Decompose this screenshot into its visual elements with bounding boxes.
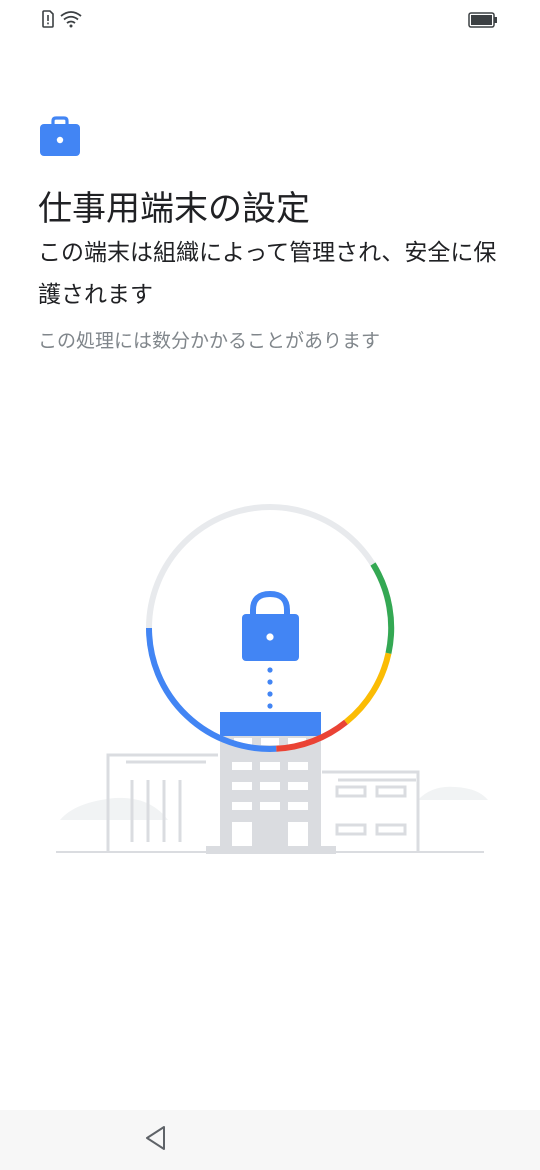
navigation-bar	[0, 1110, 540, 1170]
duration-note: この処理には数分かかることがあります	[38, 330, 381, 352]
office-building-icon	[206, 712, 336, 854]
status-bar	[0, 0, 540, 40]
padlock-icon	[242, 590, 299, 661]
status-right-icons	[468, 12, 498, 32]
setup-screen: 仕事用端末の設定 この端末は組織によって管理され、安全に保護されます この処理に…	[0, 0, 540, 1170]
right-building-outline	[322, 770, 420, 852]
page-title: 仕事用端末の設定	[38, 189, 310, 229]
security-illustration	[0, 480, 540, 880]
wifi-icon	[60, 10, 82, 32]
status-left-icons	[42, 10, 82, 32]
back-triangle-icon	[144, 1125, 168, 1155]
connector-dots	[267, 667, 273, 709]
back-button[interactable]	[136, 1120, 176, 1160]
page-subtitle: この端末は組織によって管理され、安全に保護されます	[38, 240, 497, 308]
sim-alert-icon	[42, 10, 54, 32]
briefcase-icon	[38, 116, 82, 158]
battery-icon	[468, 12, 498, 32]
